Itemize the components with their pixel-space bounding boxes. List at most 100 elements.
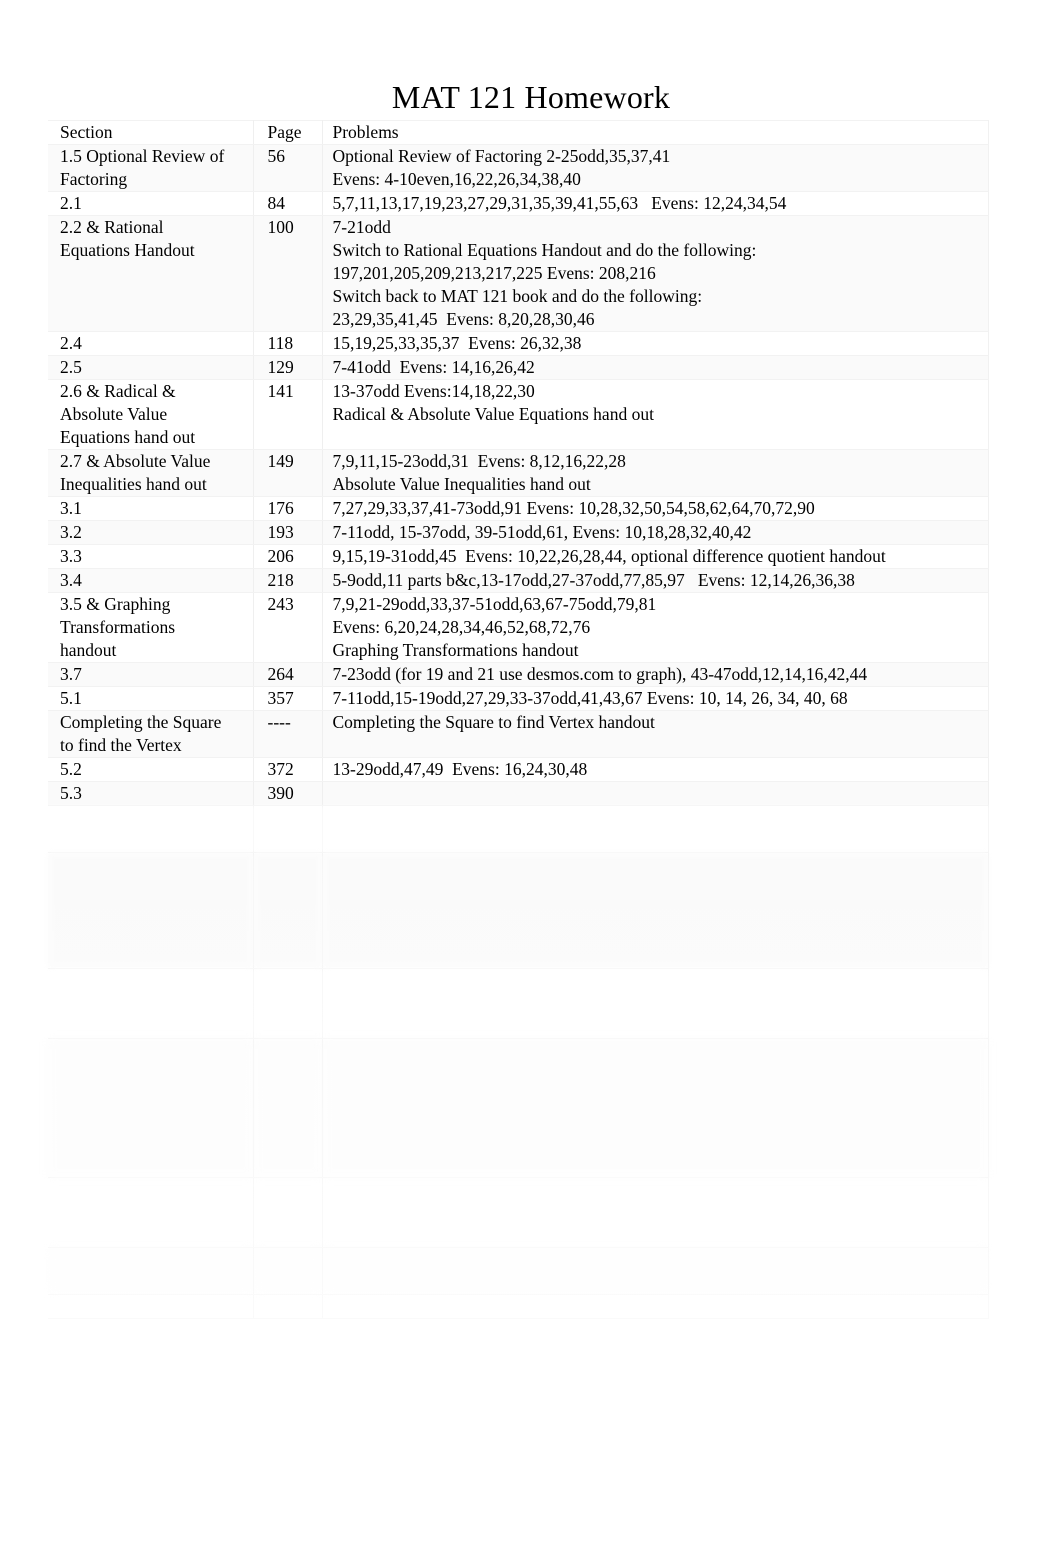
page-line: ---- [267,712,291,732]
row-section-cell: 2.1 [48,191,254,216]
page-title: MAT 121 Homework [391,79,671,116]
section-line: 2.6 & Radical & [60,381,176,401]
table-row: 2.4 118 15,19,25,33,35,37 Evens: 26,32,3… [48,331,989,356]
section-line: to find the Vertex [60,735,182,755]
page-line: 243 [267,594,294,614]
section-line: 1.5 Optional Review of [60,146,225,166]
row-section-cell: 2.5 [48,355,254,380]
page-line: 372 [267,759,294,779]
row-page-cell [253,805,323,853]
page-line: 141 [267,381,294,401]
row-page-cell [253,1247,323,1295]
row-section-cell [48,1247,254,1295]
section-line: Equations Handout [60,240,195,260]
table-row: 5.2 372 13-29odd,47,49 Evens: 16,24,30,4… [48,757,989,782]
row-section-cell: 3.3 [48,544,254,569]
row-page-cell: 243 [253,592,323,663]
table-row: 3.3 206 9,15,19-31odd,45 Evens: 10,22,26… [48,544,989,569]
section-line: 2.7 & Absolute Value [60,451,211,471]
section-line: 3.1 [60,498,82,518]
row-page-cell: 129 [253,355,323,380]
row-section-cell: 5.3 [48,781,254,806]
problems-line: 7-11odd,15-19odd,27,29,33-37odd,41,43,67… [332,688,848,708]
row-problems-cell: 7,9,11,15-23odd,31 Evens: 8,12,16,22,28 … [322,449,989,497]
row-page-cell: 118 [253,331,323,356]
table-row: 3.4 218 5-9odd,11 parts b&c,13-17odd,27-… [48,568,989,593]
row-problems-cell [322,1177,989,1248]
page-line: 264 [267,664,294,684]
row-page-cell: 56 [253,144,323,192]
page-line: 56 [267,146,286,166]
column-header-section-label: Section [60,122,113,142]
table-row: Completing the Square to find the Vertex… [48,710,989,758]
row-section-cell: 3.7 [48,662,254,687]
page-line: 118 [267,333,294,353]
table-row: 2.5 129 7-41odd Evens: 14,16,26,42 [48,355,989,380]
section-line: 5.3 [60,783,82,803]
problems-line: 7-11odd, 15-37odd, 39-51odd,61, Evens: 1… [332,522,752,542]
row-problems-cell: Optional Review of Factoring 2-25odd,35,… [322,144,989,192]
table-row-unreadable [48,968,989,1039]
row-page-cell: 390 [253,781,323,806]
section-line: 5.2 [60,759,82,779]
problems-line: 7,9,21-29odd,33,37-51odd,63,67-75odd,79,… [332,594,657,614]
row-problems-cell [322,805,989,853]
problems-line: Completing the Square to find Vertex han… [332,712,655,732]
section-line: 3.4 [60,570,82,590]
table-row-unreadable [48,1294,989,1319]
problems-line: 13-29odd,47,49 Evens: 16,24,30,48 [332,759,588,779]
table-row: 2.2 & Rational Equations Handout 100 7-2… [48,215,989,332]
section-line: Absolute Value [60,404,168,424]
row-page-cell: 372 [253,757,323,782]
problems-line: Evens: 6,20,24,28,34,46,52,68,72,76 [332,617,591,637]
row-problems-cell: 7-11odd,15-19odd,27,29,33-37odd,41,43,67… [322,686,989,711]
row-problems-cell [322,968,989,1039]
problems-line: Switch to Rational Equations Handout and… [332,240,757,260]
column-header-page-label: Page [267,122,302,142]
section-line: handout [60,640,117,660]
table-row: 5.3 390 [48,781,989,806]
row-problems-cell [322,781,989,806]
row-problems-cell: 7-41odd Evens: 14,16,26,42 [322,355,989,380]
row-problems-cell [322,1038,989,1178]
row-page-cell: 100 [253,215,323,332]
problems-line: 15,19,25,33,35,37 Evens: 26,32,38 [332,333,582,353]
column-header-problems-label: Problems [332,122,399,142]
problems-line: Graphing Transformations handout [332,640,579,660]
row-page-cell [253,852,323,969]
row-section-cell: 1.5 Optional Review of Factoring [48,144,254,192]
table-row: 2.6 & Radical & Absolute Value Equations… [48,379,989,450]
section-line: Transformations [60,617,176,637]
row-section-cell [48,968,254,1039]
page-line: 206 [267,546,294,566]
row-section-cell [48,1177,254,1248]
problems-line: 5,7,11,13,17,19,23,27,29,31,35,39,41,55,… [332,193,787,213]
row-problems-cell: Completing the Square to find Vertex han… [322,710,989,758]
row-section-cell [48,1038,254,1178]
section-line: Completing the Square [60,712,222,732]
row-section-cell: 3.1 [48,496,254,521]
table-row-unreadable [48,1177,989,1248]
row-problems-cell: 7,9,21-29odd,33,37-51odd,63,67-75odd,79,… [322,592,989,663]
row-section-cell: 3.4 [48,568,254,593]
problems-line: Switch back to MAT 121 book and do the f… [332,286,703,306]
row-section-cell: Completing the Square to find the Vertex [48,710,254,758]
section-line: 3.2 [60,522,82,542]
row-page-cell: 206 [253,544,323,569]
problems-line: Absolute Value Inequalities hand out [332,474,591,494]
section-line: Inequalities hand out [60,474,207,494]
table-row: 1.5 Optional Review of Factoring 56 Opti… [48,144,989,192]
row-section-cell [48,1294,254,1319]
page-line: 218 [267,570,294,590]
section-line: 2.4 [60,333,82,353]
row-page-cell [253,1177,323,1248]
problems-line: 5-9odd,11 parts b&c,13-17odd,27-37odd,77… [332,570,855,590]
problems-line: Radical & Absolute Value Equations hand … [332,404,654,424]
row-page-cell: 141 [253,379,323,450]
row-section-cell: 5.2 [48,757,254,782]
row-page-cell: 176 [253,496,323,521]
homework-table-body: Section Page Problems 1.5 Optional Revie… [48,120,989,1319]
section-line: 2.5 [60,357,82,377]
page-line: 129 [267,357,294,377]
row-section-cell: 2.2 & Rational Equations Handout [48,215,254,332]
